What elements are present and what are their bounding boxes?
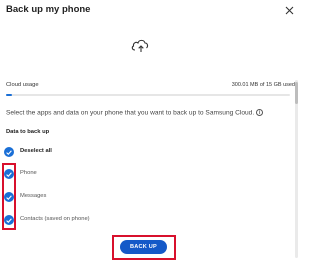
backup-item-label: Phone — [20, 170, 37, 176]
check-icon[interactable] — [4, 147, 14, 157]
cloud-usage-value: 300.01 MB of 15 GB used — [231, 82, 295, 88]
back-up-button[interactable]: BACK UP — [120, 240, 167, 254]
usage-progress-fill — [6, 94, 12, 96]
description-row: Select the apps and data on your phone t… — [6, 109, 264, 117]
dialog-title: Back up my phone — [6, 4, 91, 15]
scrollbar[interactable] — [295, 80, 298, 258]
scroll-thumb[interactable] — [295, 82, 298, 104]
backup-item-label: Contacts (saved on phone) — [20, 216, 90, 222]
description-text: Select the apps and data on your phone t… — [6, 109, 255, 117]
backup-item-contacts[interactable]: Contacts (saved on phone) — [4, 214, 204, 226]
cloud-usage-label: Cloud usage — [6, 82, 39, 88]
backup-dialog: Back up my phone Cloud usage 300.01 MB o… — [0, 0, 300, 261]
cloud-upload-icon — [130, 36, 150, 54]
cloud-usage-row: Cloud usage 300.01 MB of 15 GB used — [6, 81, 295, 91]
annotation-highlight-button: BACK UP — [112, 235, 176, 260]
close-button[interactable] — [284, 3, 295, 15]
deselect-all-item[interactable]: Deselect all — [4, 146, 204, 158]
backup-item-label: Messages — [20, 193, 47, 199]
annotation-highlight-checkboxes — [2, 163, 16, 230]
close-icon — [285, 6, 294, 15]
usage-progress-bar — [6, 94, 290, 96]
deselect-all-label: Deselect all — [20, 148, 52, 154]
backup-item-messages[interactable]: Messages — [4, 191, 204, 203]
info-icon[interactable]: i — [256, 109, 264, 116]
backup-item-phone[interactable]: Phone — [4, 168, 204, 180]
section-label: Data to back up — [6, 129, 50, 135]
